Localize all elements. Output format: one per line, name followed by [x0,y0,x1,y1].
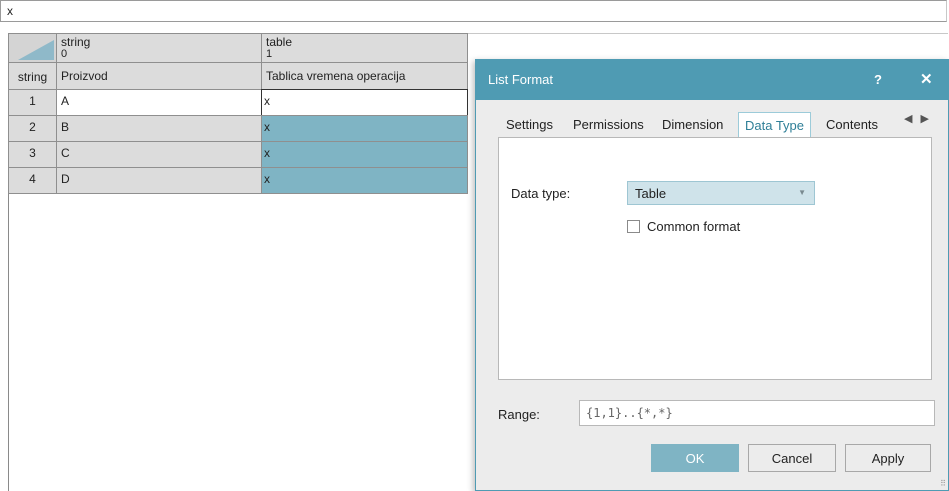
common-format-label: Common format [647,219,741,234]
active-cell[interactable]: x [261,89,468,116]
tab-settings[interactable]: Settings [506,117,553,132]
apply-button[interactable]: Apply [845,444,931,472]
header-cell[interactable]: Tablica vremena operacija [261,62,468,90]
table-cell[interactable]: D [56,167,262,194]
tab-scroll-left-icon[interactable]: ◀ [904,113,920,125]
column-index: 1 [266,48,273,60]
row-number[interactable]: 1 [8,89,57,116]
tab-dimension[interactable]: Dimension [662,117,723,132]
row-number[interactable]: 4 [8,167,57,194]
ok-button[interactable]: OK [651,444,739,472]
chevron-down-icon: ▼ [798,188,806,197]
column-header-1[interactable]: table 1 [261,33,468,63]
tab-scroll-right-icon[interactable]: ▶ [920,113,936,125]
cancel-button[interactable]: Cancel [748,444,836,472]
dialog-titlebar[interactable]: List Format ? ✕ [476,60,948,100]
range-input[interactable]: {1,1}..{*,*} [579,400,935,426]
table-cell[interactable]: A [56,89,262,116]
formula-bar[interactable]: x [0,0,947,22]
column-name: table [266,35,293,49]
column-name: string [61,35,91,49]
selected-cell[interactable]: x [261,167,468,194]
grid-corner[interactable] [8,33,57,63]
common-format-checkbox[interactable] [627,220,640,233]
range-label: Range: [498,407,540,422]
header-cell[interactable]: Proizvod [56,62,262,90]
tab-permissions[interactable]: Permissions [573,117,644,132]
select-all-icon [18,40,54,60]
data-type-select[interactable]: Table ▼ [627,181,815,205]
selected-cell[interactable]: x [261,115,468,142]
resize-grip-icon[interactable]: ⠿ [940,479,946,488]
close-icon[interactable]: ✕ [920,70,933,88]
data-type-panel: Data type: Table ▼ Common format [498,137,932,380]
list-format-dialog: List Format ? ✕ Settings Permissions Dim… [475,59,949,491]
row-number[interactable]: 3 [8,141,57,168]
row-header-label[interactable]: string [8,62,57,90]
data-type-label: Data type: [511,186,571,201]
dialog-title: List Format [488,72,554,87]
data-type-value: Table [635,186,667,201]
table-cell[interactable]: B [56,115,262,142]
table-cell[interactable]: C [56,141,262,168]
selected-cell[interactable]: x [261,141,468,168]
help-icon[interactable]: ? [874,72,882,87]
formula-value: x [7,4,13,18]
tab-contents[interactable]: Contents [826,117,878,132]
column-header-0[interactable]: string 0 [56,33,262,63]
tab-scroll-arrows: ◀▶ [904,112,937,125]
column-index: 0 [61,48,68,60]
tab-data-type[interactable]: Data Type [738,112,812,139]
row-number[interactable]: 2 [8,115,57,142]
